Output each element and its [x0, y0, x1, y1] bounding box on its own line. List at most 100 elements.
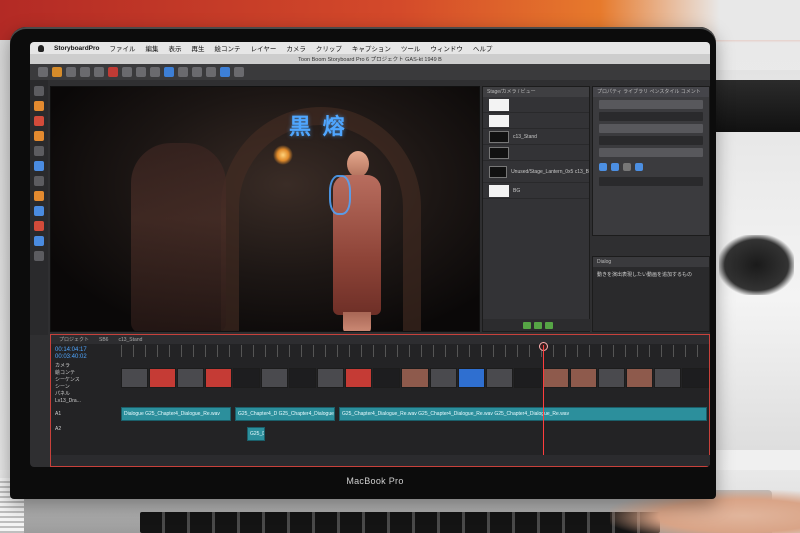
duplicate-layer-icon[interactable]: [534, 321, 542, 329]
timeline-tab-project[interactable]: プロジェクト: [59, 336, 89, 343]
audio-clip[interactable]: G25_Chapter4_D G25_Chapter4_Dialogue_Re.…: [235, 407, 335, 421]
record-icon[interactable]: [623, 163, 631, 171]
layer-row[interactable]: [483, 97, 589, 113]
timeline-ruler[interactable]: [121, 345, 709, 357]
playhead-line[interactable]: [543, 345, 544, 455]
delete-icon[interactable]: [108, 67, 118, 77]
fill-tool-icon[interactable]: [34, 176, 44, 186]
panel-thumbnail[interactable]: [401, 368, 429, 388]
loop-icon[interactable]: [234, 67, 244, 77]
menu-edit[interactable]: 編集: [146, 43, 159, 53]
panel-thumbnail[interactable]: [373, 368, 401, 388]
panel-thumbnail[interactable]: [513, 368, 541, 388]
panel-thumbnail[interactable]: [485, 368, 513, 388]
new-icon[interactable]: [38, 67, 48, 77]
redo-icon[interactable]: [136, 67, 146, 77]
menu-window[interactable]: ウィンドウ: [430, 43, 463, 53]
brush-tool-icon[interactable]: [34, 101, 44, 111]
panel-thumbnail[interactable]: [457, 368, 485, 388]
audio-clip[interactable]: Dialogue G25_Chapter4_Dialogue_Re.wav: [121, 407, 231, 421]
audio-clip[interactable]: G25_D: [247, 427, 265, 441]
menu-storyboard[interactable]: 絵コンテ: [215, 43, 241, 53]
menu-tools[interactable]: ツール: [401, 43, 421, 53]
save-icon[interactable]: [66, 67, 76, 77]
layout-icon[interactable]: [178, 67, 188, 77]
panel-thumbnail[interactable]: [429, 368, 457, 388]
property-field[interactable]: [599, 177, 703, 186]
delete-layer-icon[interactable]: [545, 321, 553, 329]
timeline-tab-scene[interactable]: c13_Stand: [118, 337, 142, 343]
grid-icon[interactable]: [150, 67, 160, 77]
panel-thumbnail[interactable]: [597, 368, 625, 388]
pencil-tool-icon[interactable]: [34, 116, 44, 126]
panel-thumbnail[interactable]: [541, 368, 569, 388]
panel-thumbnail[interactable]: [177, 368, 205, 388]
3d-icon[interactable]: [206, 67, 216, 77]
dialog-text[interactable]: 動きを演出表現したい動画を追加するもの: [593, 267, 709, 282]
eyedropper-tool-icon[interactable]: [34, 221, 44, 231]
timecode-current: 00:14:04:17: [55, 347, 87, 353]
text-tool-icon[interactable]: [34, 146, 44, 156]
camera-icon[interactable]: [164, 67, 174, 77]
menu-camera[interactable]: カメラ: [286, 43, 306, 53]
property-field[interactable]: [599, 100, 703, 109]
property-field[interactable]: [599, 148, 703, 157]
character-head: [347, 151, 369, 177]
play-icon[interactable]: [599, 163, 607, 171]
menu-view[interactable]: 表示: [169, 43, 182, 53]
menu-clip[interactable]: クリップ: [316, 43, 342, 53]
layer-row[interactable]: c13_Stand: [483, 129, 589, 145]
layer-row[interactable]: Unused/Stage_Lantern_0x5 c13_BG03: [483, 161, 589, 183]
panel-thumbnail[interactable]: [625, 368, 653, 388]
panel-thumbnail[interactable]: [317, 368, 345, 388]
stage-viewport[interactable]: 黒 熔: [50, 86, 480, 332]
properties-tabs[interactable]: プロパティ ライブラリ ペンスタイル コメント: [593, 87, 709, 97]
play-icon[interactable]: [220, 67, 230, 77]
import-icon[interactable]: [80, 67, 90, 77]
settings-icon[interactable]: [635, 163, 643, 171]
layer-row[interactable]: [483, 145, 589, 161]
open-icon[interactable]: [52, 67, 62, 77]
panel-thumbnail[interactable]: [289, 368, 317, 388]
shape-tool-icon[interactable]: [34, 161, 44, 171]
layer-thumbnail: [489, 98, 509, 111]
timeline-tab-sb[interactable]: SB6: [99, 337, 108, 343]
property-field[interactable]: [599, 124, 703, 133]
menu-layer[interactable]: レイヤー: [251, 43, 277, 53]
menu-play[interactable]: 再生: [192, 43, 205, 53]
pause-icon[interactable]: [611, 163, 619, 171]
layer-row[interactable]: BG: [483, 183, 589, 199]
panel-thumbnail[interactable]: [149, 368, 177, 388]
layer-thumbnail: [489, 184, 509, 197]
camera-tool-icon[interactable]: [34, 191, 44, 201]
add-layer-icon[interactable]: [523, 321, 531, 329]
main-toolbar: [30, 64, 710, 80]
menu-file[interactable]: ファイル: [110, 43, 136, 53]
panel-thumbnail[interactable]: [345, 368, 373, 388]
select-tool-icon[interactable]: [34, 86, 44, 96]
zoom-tool-icon[interactable]: [34, 236, 44, 246]
panel-thumbnail[interactable]: [205, 368, 233, 388]
onion-skin-icon[interactable]: [192, 67, 202, 77]
panel-thumbnail[interactable]: [121, 368, 149, 388]
apple-icon[interactable]: [38, 44, 44, 52]
property-field[interactable]: [599, 136, 703, 145]
track-label: シーケンス: [55, 377, 80, 383]
panel-thumbnail[interactable]: [569, 368, 597, 388]
panel-thumbnail[interactable]: [653, 368, 681, 388]
undo-icon[interactable]: [122, 67, 132, 77]
track-labels: カメラ 絵コンテ シーケンス シーン パネル Lv13_Dra... A1 A2: [55, 363, 115, 433]
transform-tool-icon[interactable]: [34, 206, 44, 216]
panel-thumbnail[interactable]: [681, 368, 709, 388]
panel-thumbnail[interactable]: [261, 368, 289, 388]
panel-thumbnail[interactable]: [233, 368, 261, 388]
audio-clip[interactable]: G25_Chapter4_Dialogue_Re.wav G25_Chapter…: [339, 407, 707, 421]
menu-help[interactable]: ヘルプ: [473, 43, 493, 53]
hand-tool-icon[interactable]: [34, 251, 44, 261]
menu-app-name[interactable]: StoryboardPro: [54, 45, 100, 52]
layer-row[interactable]: [483, 113, 589, 129]
export-icon[interactable]: [94, 67, 104, 77]
property-field[interactable]: [599, 112, 703, 121]
eraser-tool-icon[interactable]: [34, 131, 44, 141]
menu-caption[interactable]: キャプション: [352, 43, 391, 53]
